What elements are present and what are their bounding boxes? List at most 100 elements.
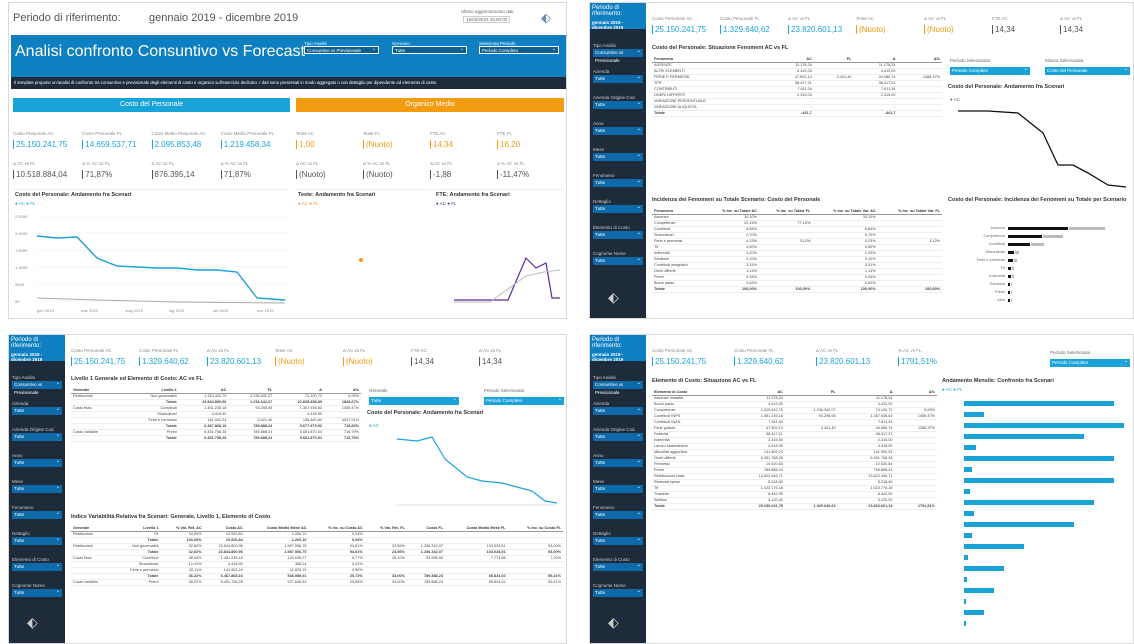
sidebar-filter[interactable]: Azienda Tutte	[593, 69, 643, 83]
periodo-filter[interactable]: Periodo Selezionato Periodo Completo	[1050, 341, 1130, 367]
sidebar-filter[interactable]: Dettaglio Tutte	[593, 531, 643, 545]
sidebar-filter[interactable]: Tipo Analisi Consuntivo vs Previsionale	[12, 375, 62, 395]
sidebar-filter-dropdown[interactable]: Tutte	[593, 509, 643, 519]
sidebar-filter[interactable]: Azienda Tutte	[12, 401, 62, 415]
sidebar-filter[interactable]: Tipo Analisi Consuntivo vs Previsionale	[593, 375, 643, 395]
sidebar-filter[interactable]: Elemento di Costo Tutte	[593, 557, 643, 571]
sidebar-filter[interactable]: Fenomeno Tutte	[12, 505, 62, 519]
sidebar-filter-dropdown[interactable]: Tutte	[593, 483, 643, 493]
sidebar-filter-dropdown[interactable]: Consuntivo vs Previsionale	[593, 47, 643, 63]
sidebar-filter-dropdown[interactable]: Tutte	[593, 151, 643, 161]
periodo-dropdown[interactable]: Periodo Completo	[950, 65, 1030, 75]
sidebar-filter-dropdown[interactable]: Tutte	[593, 203, 643, 213]
sidebar-filter[interactable]: Anno Tutte	[593, 453, 643, 467]
sidebar-filter-dropdown[interactable]: Tutte	[593, 561, 643, 571]
sidebar-period-value: gennaio 2019 - dicembre 2019	[592, 352, 624, 362]
sidebar-filter[interactable]: Cognome Nome Tutte	[593, 583, 643, 597]
sidebar-period: Periodo di riferimento: gennaio 2019 - d…	[9, 335, 65, 362]
kpi-card: Teste FL (Nuoto)	[363, 122, 426, 149]
periodo-dropdown[interactable]: Periodo Completo	[1050, 357, 1130, 367]
table-elemento[interactable]: Elemento di Costo AC FL Δ Δ% Assenze malattia…	[652, 389, 937, 510]
sidebar-filter-dropdown[interactable]: Tutte	[12, 431, 62, 441]
scenario-dropdown[interactable]: Tutte	[392, 45, 467, 54]
bar-label: Straordinari	[985, 250, 1005, 254]
table-row[interactable]: Costo variabile Premi 36,22% 6.451.758,28 53…	[71, 579, 563, 586]
bar-ac	[1008, 226, 1068, 230]
sidebar-filter-dropdown[interactable]: Tutte	[593, 177, 643, 187]
misura-dropdown[interactable]: Costo del Personale	[1045, 65, 1130, 75]
sidebar-filter-dropdown[interactable]: Tutte	[593, 99, 643, 109]
sidebar-filter[interactable]: Mese Tutte	[593, 479, 643, 493]
sidebar-filter[interactable]: Azienda Origine Cod. Tutte	[12, 427, 62, 441]
sidebar-filter-dropdown[interactable]: Tutte	[593, 587, 643, 597]
brand-logo-icon: ⬖	[608, 289, 619, 305]
sidebar-filter[interactable]: Tipo Analisi Consuntivo vs Previsionale	[593, 43, 643, 63]
table-fenomeni[interactable]: Fenomeno AC FL Δ Δ% ASSENZE 11.178,24 11.178,24…	[652, 56, 942, 117]
periodo-filter[interactable]: Periodo Selezionato Periodo Completo	[950, 49, 1030, 75]
banner-title: Analisi confronto Consuntivo vs Forecast	[15, 43, 305, 60]
sidebar-filter-dropdown[interactable]: Tutte	[12, 535, 62, 545]
sidebar-filter-dropdown[interactable]: Tutte	[593, 535, 643, 545]
table-row[interactable]: Totale -441,7 -441,7	[652, 110, 942, 117]
sidebar-filter-dropdown[interactable]: Tutte	[593, 125, 643, 135]
sidebar-filter[interactable]: Mese Tutte	[593, 147, 643, 161]
sidebar-filter[interactable]: Dettaglio Tutte	[593, 199, 643, 213]
sidebar-filter-dropdown[interactable]: Tutte	[12, 457, 62, 467]
table-row[interactable]: Totale 100,00% 100,00% 100,00% 100,00%	[652, 286, 942, 293]
x-tick: gen 2019	[37, 308, 54, 313]
sidebar-filter[interactable]: Elemento di Costo Tutte	[12, 557, 62, 571]
sidebar-filter[interactable]: Mese Tutte	[12, 479, 62, 493]
sidebar-filter-dropdown[interactable]: Tutte	[593, 431, 643, 441]
sidebar-filter-dropdown[interactable]: Tutte	[593, 229, 643, 239]
kpi-label: Δ AC vs FL	[788, 16, 811, 21]
sidebar-filter-dropdown[interactable]: Tutte	[12, 405, 62, 415]
table-livello[interactable]: Generale Livello 1 AC FL Δ Δ% Retribuzioni Non …	[71, 387, 361, 442]
table-variabilita[interactable]: Generale Livello 1% Var. Rel. AC Costo AC C…	[71, 525, 563, 586]
scenario-filter[interactable]: Scenario Tutte	[392, 41, 467, 54]
sidebar-filter[interactable]: Anno Tutte	[12, 453, 62, 467]
sidebar-filter[interactable]: Cognome Nome Tutte	[593, 251, 643, 265]
sidebar-filter[interactable]: Azienda Tutte	[593, 401, 643, 415]
table-row[interactable]: Totale 6.451.758,28 789.888,24 5.661.870,04…	[71, 435, 361, 442]
sidebar-filter-dropdown[interactable]: Tutte	[593, 405, 643, 415]
table-cell: 789.888,24	[228, 435, 275, 442]
bar-row	[942, 541, 1132, 552]
sidebar-filter[interactable]: Cognome Nome Tutte	[12, 583, 62, 597]
sidebar-filter-dropdown[interactable]: Tutte	[12, 483, 62, 493]
sidebar-filter[interactable]: Azienda Origine Cod. Tutte	[593, 427, 643, 441]
kpi-value: -1,88	[430, 170, 493, 179]
kpi-card: Teste AC (Nuoto)	[856, 7, 922, 34]
sidebar-filter[interactable]: Dettaglio Tutte	[12, 531, 62, 545]
table-cell: Totale	[652, 503, 729, 510]
kpi-card: Costo Personale FL 1.329.640,62	[734, 339, 814, 366]
sidebar-filter-label: Cognome Nome	[593, 583, 626, 588]
kpi-card: Costo Medio Personale FL 1.219.458,34	[220, 122, 286, 149]
sidebar-filter[interactable]: Fenomeno Tutte	[593, 173, 643, 187]
sidebar-filter-dropdown[interactable]: Tutte	[12, 561, 62, 571]
sidebar-filter[interactable]: Fenomeno Tutte	[593, 505, 643, 519]
table-incidenza[interactable]: Fenomeno% Inc. su Totale AC% Inc. su Tot…	[652, 208, 942, 293]
sidebar-filter-dropdown[interactable]: Tutte	[12, 587, 62, 597]
sidebar-filter-dropdown[interactable]: Consuntivo vs Previsionale	[12, 379, 62, 395]
sidebar-filter[interactable]: Elemento di Costo Tutte	[593, 225, 643, 239]
kpi-value: 1,00	[296, 140, 359, 149]
bar-row	[942, 552, 1132, 563]
kpi-label: Δ AC vs FL	[296, 161, 319, 166]
sidebar-filter[interactable]: Azienda Origine Cod. Tutte	[593, 95, 643, 109]
kpi-value: 876.395,14	[151, 170, 217, 179]
misura-filter[interactable]: Misura Selezionata Costo del Personale	[1045, 49, 1130, 75]
table-row[interactable]: Totale 25.150.241,75 1.329.640,62 23.820.60…	[652, 503, 937, 510]
sidebar-filter-dropdown[interactable]: Consuntivo vs Previsionale	[593, 379, 643, 395]
sidebar-filter-dropdown[interactable]: Tutte	[593, 457, 643, 467]
sidebar-filter-dropdown[interactable]: Tutte	[593, 73, 643, 83]
sidebar-filter-dropdown[interactable]: Tutte	[12, 509, 62, 519]
kpi-label: Costo Personale FL	[139, 348, 179, 353]
sidebar-filter[interactable]: Anno Tutte	[593, 121, 643, 135]
periodo-dropdown[interactable]: Periodo Completo	[479, 45, 559, 54]
svg-text:● AC: ● AC	[950, 97, 961, 102]
periodo-filter[interactable]: Seleziona Periodo Periodo Completo	[479, 41, 559, 54]
kpi-label: Δ AC vs FL	[479, 348, 502, 353]
tipo-analisi-filter[interactable]: Tipo Analisi Consuntivo vs Previsionale	[304, 41, 379, 54]
sidebar-filter-dropdown[interactable]: Tutte	[593, 255, 643, 265]
tipo-analisi-dropdown[interactable]: Consuntivo vs Previsionale	[304, 45, 379, 54]
